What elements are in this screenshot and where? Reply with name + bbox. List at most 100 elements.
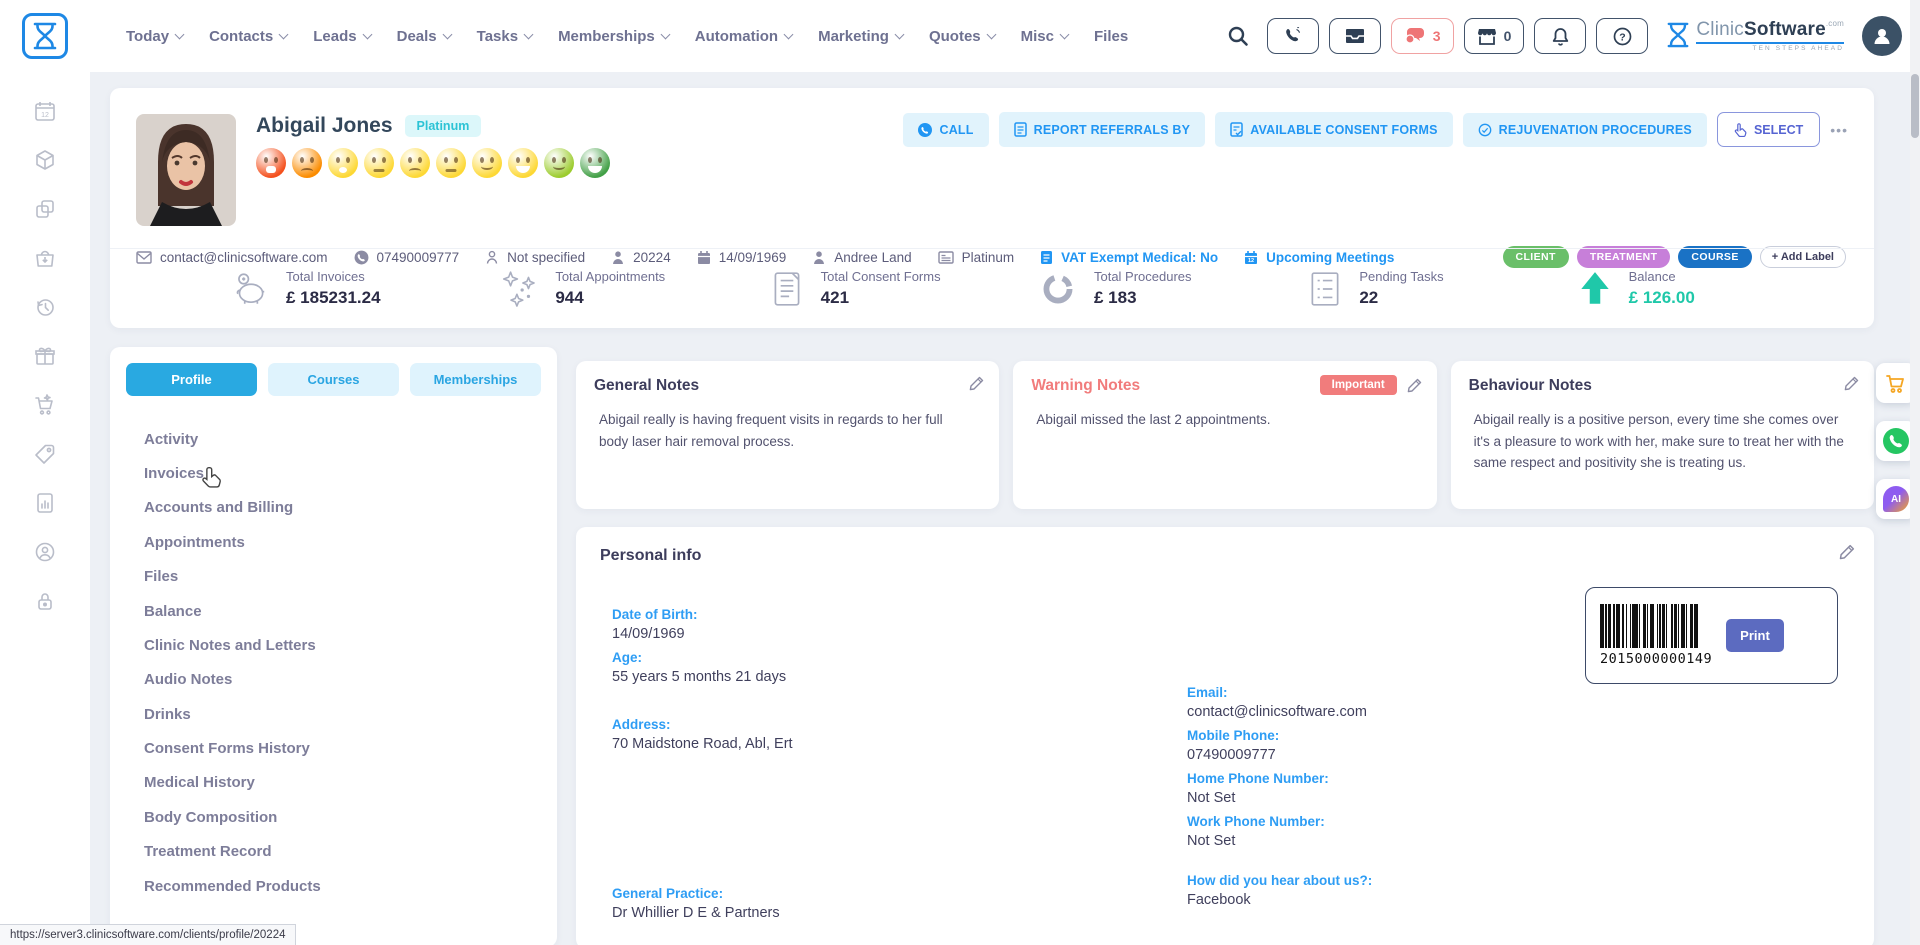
menu-item-body-composition[interactable]: Body Composition	[144, 800, 541, 834]
tab-memberships[interactable]: Memberships	[410, 363, 541, 396]
address-value: 70 Maidstone Road, Abl, Ert	[612, 736, 1175, 752]
account-lock-icon[interactable]	[32, 539, 58, 565]
topbar: Today Contacts Leads Deals Tasks Members…	[0, 0, 1920, 72]
mood-emoji[interactable]	[472, 148, 502, 178]
main-content: Abigail Jones Platinum CALL REPORT REFER…	[90, 72, 1920, 945]
nav-marketing[interactable]: Marketing	[818, 28, 903, 45]
work-phone-value: Not Set	[1187, 833, 1750, 849]
available-consent-forms-button[interactable]: AVAILABLE CONSENT FORMS	[1215, 112, 1452, 147]
cart-icon[interactable]	[32, 392, 58, 418]
rejuvenation-procedures-button[interactable]: REJUVENATION PROCEDURES	[1463, 113, 1707, 147]
main-nav: Today Contacts Leads Deals Tasks Members…	[126, 28, 1128, 45]
notifications-button[interactable]	[1534, 18, 1586, 54]
edit-pencil-icon[interactable]	[1839, 543, 1856, 560]
edit-pencil-icon[interactable]	[1844, 375, 1860, 391]
mood-emoji[interactable]	[436, 148, 466, 178]
menu-item-audio-notes[interactable]: Audio Notes	[144, 663, 541, 697]
menu-item-appointments[interactable]: Appointments	[144, 525, 541, 559]
stat-balance: Balance£ 126.00	[1577, 269, 1846, 309]
mood-emoji[interactable]	[292, 148, 322, 178]
nav-deals[interactable]: Deals	[397, 28, 451, 45]
menu-item-clinic-notes-and-letters[interactable]: Clinic Notes and Letters	[144, 628, 541, 662]
mood-emoji[interactable]	[508, 148, 538, 178]
phone-icon	[1284, 27, 1302, 45]
inbox-button[interactable]	[1329, 18, 1381, 54]
edit-pencil-icon[interactable]	[1407, 377, 1423, 393]
price-tag-icon[interactable]	[32, 441, 58, 467]
edit-pencil-icon[interactable]	[969, 375, 985, 391]
calendar-icon[interactable]: 12	[32, 98, 58, 124]
ai-icon: AI	[1883, 486, 1909, 512]
stat-label: Total Invoices	[286, 269, 381, 284]
menu-item-medical-history[interactable]: Medical History	[144, 766, 541, 800]
user-avatar[interactable]	[1862, 16, 1902, 56]
bag-download-icon[interactable]	[32, 245, 58, 271]
gift-icon[interactable]	[32, 343, 58, 369]
svg-text:?: ?	[1619, 31, 1625, 43]
nav-quotes[interactable]: Quotes	[929, 28, 995, 45]
nav-automation[interactable]: Automation	[695, 28, 792, 45]
package-icon[interactable]	[32, 147, 58, 173]
person-icon	[1871, 25, 1893, 47]
hourglass-logo-icon	[1666, 20, 1690, 50]
history-icon[interactable]	[32, 294, 58, 320]
email-label: Email:	[1187, 685, 1750, 700]
report-chart-icon[interactable]	[32, 490, 58, 516]
menu-item-recommended-products[interactable]: Recommended Products	[144, 869, 541, 903]
chevron-down-icon	[784, 29, 794, 39]
mood-emoji[interactable]	[544, 148, 574, 178]
stats-row: Total Invoices£ 185231.24 Total Appointm…	[110, 249, 1874, 328]
sparkles-icon	[499, 269, 539, 309]
nav-today[interactable]: Today	[126, 28, 183, 45]
stat-total-consent-forms: Total Consent Forms421	[769, 269, 1038, 309]
nav-files[interactable]: Files	[1094, 28, 1128, 45]
menu-item-files[interactable]: Files	[144, 560, 541, 594]
nav-misc[interactable]: Misc	[1021, 28, 1068, 45]
question-icon: ?	[1613, 27, 1632, 46]
menu-item-accounts-and-billing[interactable]: Accounts and Billing	[144, 491, 541, 525]
search-icon[interactable]	[1227, 25, 1249, 47]
nav-leads[interactable]: Leads	[313, 28, 370, 45]
copy-icon[interactable]	[32, 196, 58, 222]
behaviour-notes-text: Abigail really is a positive person, eve…	[1469, 409, 1856, 474]
general-notes-text: Abigail really is having frequent visits…	[594, 409, 981, 452]
app-logo[interactable]	[0, 13, 90, 59]
mood-emoji[interactable]	[256, 148, 286, 178]
store-button[interactable]: 0	[1464, 18, 1525, 54]
stat-pending-tasks: Pending Tasks22	[1307, 269, 1576, 309]
tab-profile[interactable]: Profile	[126, 363, 257, 396]
scrollbar-thumb[interactable]	[1911, 74, 1919, 138]
hand-pointer-icon	[1734, 122, 1747, 137]
store-icon	[1477, 28, 1497, 45]
mood-emoji[interactable]	[400, 148, 430, 178]
select-button[interactable]: SELECT	[1717, 112, 1820, 147]
menu-item-drinks[interactable]: Drinks	[144, 697, 541, 731]
report-referrals-button[interactable]: REPORT REFERRALS BY	[999, 112, 1206, 147]
call-button[interactable]: CALL	[903, 113, 988, 147]
nav-memberships[interactable]: Memberships	[558, 28, 669, 45]
nav-label: Contacts	[209, 28, 273, 45]
inbox-icon	[1345, 28, 1365, 44]
chevron-down-icon	[279, 29, 289, 39]
mood-emoji[interactable]	[328, 148, 358, 178]
menu-item-activity[interactable]: Activity	[144, 422, 541, 456]
messages-button[interactable]: 3	[1391, 18, 1454, 54]
menu-item-balance[interactable]: Balance	[144, 594, 541, 628]
nav-tasks[interactable]: Tasks	[477, 28, 532, 45]
menu-item-treatment-record[interactable]: Treatment Record	[144, 835, 541, 869]
brand-logo[interactable]: ClinicSoftware.com TEN STEPS AHEAD	[1666, 20, 1844, 53]
mood-emoji[interactable]	[364, 148, 394, 178]
client-name: Abigail Jones	[256, 114, 393, 138]
lock-icon[interactable]	[32, 588, 58, 614]
menu-item-consent-forms-history[interactable]: Consent Forms History	[144, 731, 541, 765]
nav-contacts[interactable]: Contacts	[209, 28, 287, 45]
print-button[interactable]: Print	[1726, 619, 1784, 652]
help-button[interactable]: ?	[1596, 18, 1648, 54]
dialer-button[interactable]	[1267, 18, 1319, 54]
tab-courses[interactable]: Courses	[268, 363, 399, 396]
more-options-button[interactable]: •••	[1830, 122, 1848, 138]
mood-emoji[interactable]	[580, 148, 610, 178]
menu-item-invoices[interactable]: Invoices	[144, 456, 541, 490]
client-photo[interactable]	[136, 114, 236, 226]
scrollbar[interactable]	[1910, 0, 1920, 945]
